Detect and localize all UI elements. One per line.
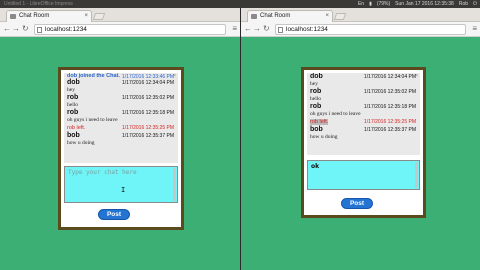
back-icon[interactable]: ← xyxy=(244,24,252,34)
scrollbar[interactable] xyxy=(415,162,418,188)
tab-chat-room[interactable]: Chat Room × xyxy=(247,10,333,22)
message-time: 1/17/2016 12:35:02 PM xyxy=(364,89,416,95)
message-item: bob 1/17/2016 12:35:37 PM how u doing xyxy=(307,126,420,141)
url-text: localhost:1234 xyxy=(286,26,328,33)
user-name[interactable]: Rob xyxy=(459,0,468,8)
browser-toolbar: ← → ↻ localhost:1234 ≡ xyxy=(241,22,480,37)
page-icon xyxy=(10,14,16,19)
tab-strip: Chat Room × xyxy=(241,8,480,22)
message-time: 1/17/2016 12:34:04 PM xyxy=(364,74,416,80)
chat-input-value: ok xyxy=(311,163,320,170)
keyboard-indicator[interactable]: En xyxy=(358,0,364,8)
post-button[interactable]: Post xyxy=(341,198,373,209)
close-tab-icon[interactable]: × xyxy=(325,11,329,22)
tab-chat-room[interactable]: Chat Room × xyxy=(6,10,92,22)
message-text: oh guys i need to leave xyxy=(67,117,118,123)
chat-box: × dob joined the Chat. 1/17/2016 12:33:4… xyxy=(58,67,184,230)
tab-title: Chat Room xyxy=(19,13,50,19)
chat-input-placeholder: Type your chat here xyxy=(68,169,137,176)
reload-icon[interactable]: ↻ xyxy=(22,24,29,34)
message-item: rob 1/17/2016 12:35:02 PM hello xyxy=(307,88,420,103)
menu-icon[interactable]: ≡ xyxy=(232,24,237,34)
clock[interactable]: Sun Jan 17 2016 12:35:38 xyxy=(395,0,454,8)
message-time: 1/17/2016 12:35:18 PM xyxy=(122,110,174,116)
page-icon xyxy=(251,14,257,19)
text-cursor-icon: I xyxy=(121,186,126,194)
close-tab-icon[interactable]: × xyxy=(84,11,88,22)
message-text: how u doing xyxy=(67,140,95,146)
message-time: 1/17/2016 12:35:25 PM xyxy=(364,119,416,125)
address-bar[interactable]: localhost:1234 xyxy=(34,24,226,35)
scrollbar[interactable] xyxy=(173,168,176,201)
active-app-title: Untitled 1 - LibreOffice Impress xyxy=(4,1,73,7)
browser-toolbar: ← → ↻ localhost:1234 ≡ xyxy=(0,22,240,37)
new-tab-button[interactable] xyxy=(333,13,347,20)
browser-window-left: Chat Room × ← → ↻ localhost:1234 ≡ × dob… xyxy=(0,8,240,270)
message-text: oh guys i need to leave xyxy=(310,111,361,117)
chat-input[interactable]: ok xyxy=(307,160,420,190)
back-icon[interactable]: ← xyxy=(3,24,11,34)
browser-window-right: Chat Room × ← → ↻ localhost:1234 ≡ × dob… xyxy=(240,8,480,270)
page-info-icon[interactable] xyxy=(37,27,42,33)
message-time: 1/17/2016 12:35:25 PM xyxy=(122,125,174,131)
tab-title: Chat Room xyxy=(260,13,291,19)
message-user-highlighted: rob left. xyxy=(310,119,329,125)
new-tab-button[interactable] xyxy=(92,13,106,20)
message-item: bob 1/17/2016 12:35:37 PM how u doing xyxy=(64,132,178,147)
forward-icon[interactable]: → xyxy=(253,24,261,34)
menu-icon[interactable]: ≡ xyxy=(472,24,477,34)
message-item: dob 1/17/2016 12:34:04 PM hey xyxy=(64,79,178,94)
message-text: hey xyxy=(67,87,75,93)
forward-icon[interactable]: → xyxy=(12,24,20,34)
reload-icon[interactable]: ↻ xyxy=(263,24,270,34)
power-icon[interactable]: ⏻ xyxy=(473,0,477,8)
page-content: × dob joined the Chat. 1/17/2016 12:33:4… xyxy=(0,37,240,270)
address-bar[interactable]: localhost:1234 xyxy=(275,24,466,35)
chat-box: × dob 1/17/2016 12:34:04 PM hey rob 1/17… xyxy=(301,67,426,218)
message-time: 1/17/2016 12:35:37 PM xyxy=(122,133,174,139)
message-item: rob 1/17/2016 12:35:18 PM oh guys i need… xyxy=(307,103,420,118)
message-time: 1/17/2016 12:35:02 PM xyxy=(122,95,174,101)
system-top-bar: Untitled 1 - LibreOffice Impress En ▮ (7… xyxy=(0,0,480,8)
message-item: rob 1/17/2016 12:35:18 PM oh guys i need… xyxy=(64,109,178,124)
message-log[interactable]: × dob joined the Chat. 1/17/2016 12:33:4… xyxy=(64,73,178,163)
message-item: dob 1/17/2016 12:34:04 PM hey xyxy=(307,73,420,88)
message-time: 1/17/2016 12:35:18 PM xyxy=(364,104,416,110)
battery-icon[interactable]: ▮ xyxy=(369,0,372,8)
message-text: how u doing xyxy=(310,134,338,140)
message-log[interactable]: × dob 1/17/2016 12:34:04 PM hey rob 1/17… xyxy=(307,73,420,155)
page-content: × dob 1/17/2016 12:34:04 PM hey rob 1/17… xyxy=(241,37,480,270)
message-text: hey xyxy=(310,81,318,87)
message-text: hello xyxy=(310,96,321,102)
message-item: rob 1/17/2016 12:35:02 PM hello xyxy=(64,94,178,109)
message-text: hello xyxy=(67,102,78,108)
message-time: 1/17/2016 12:35:37 PM xyxy=(364,127,416,133)
chat-input[interactable]: Type your chat here I xyxy=(64,166,178,203)
page-info-icon[interactable] xyxy=(278,27,283,33)
message-time: 1/17/2016 12:34:04 PM xyxy=(122,80,174,86)
battery-percent: (79%) xyxy=(376,1,391,7)
tab-strip: Chat Room × xyxy=(0,8,240,22)
post-button[interactable]: Post xyxy=(98,209,130,220)
message-item: rob left. 1/17/2016 12:35:25 PM xyxy=(64,124,178,132)
url-text: localhost:1234 xyxy=(45,26,87,33)
message-item: rob left. 1/17/2016 12:35:25 PM xyxy=(307,118,420,126)
